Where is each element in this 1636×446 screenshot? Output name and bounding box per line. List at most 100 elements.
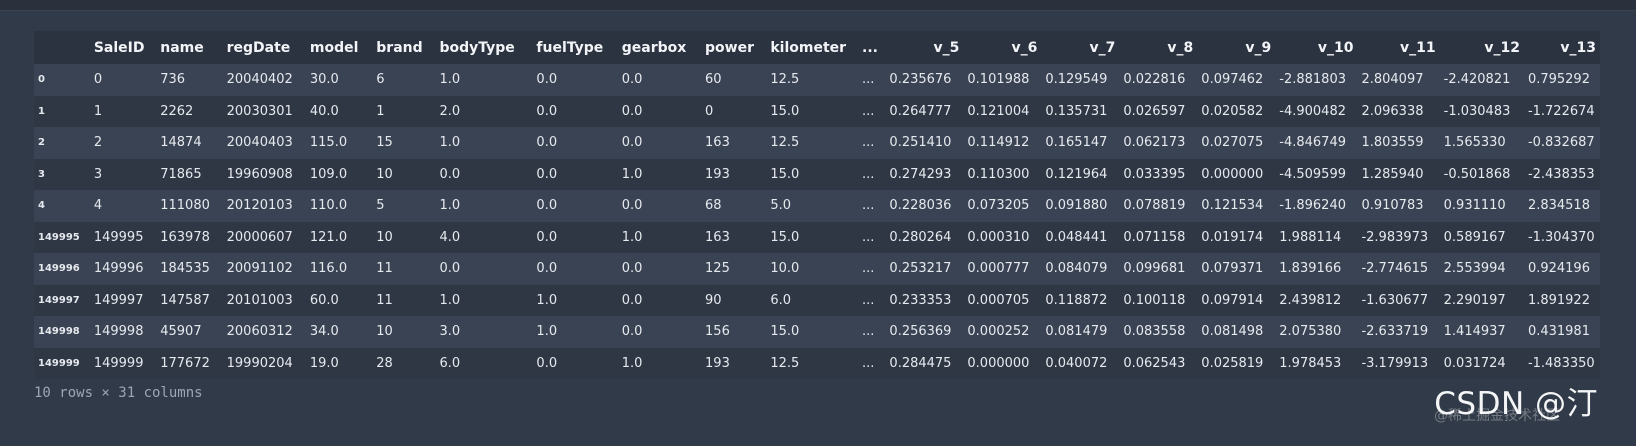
table-cell: 40.0 xyxy=(309,103,339,119)
table-cell: 10.0 xyxy=(770,261,800,277)
column-header: name xyxy=(160,39,204,56)
table-body: 0 0 736 20040402 30.0 6 1.0 0.0 0.0 60 12.5... 0.23… xyxy=(34,64,1600,379)
table-cell: 2.0 xyxy=(439,103,461,119)
table-cell: 1.0 xyxy=(439,292,461,308)
table-cell: 0.135731 xyxy=(1045,103,1108,119)
table-cell: 0.0 xyxy=(536,72,558,88)
table-cell: 0.078819 xyxy=(1123,198,1186,214)
table-cell: -1.896240 xyxy=(1279,198,1346,214)
top-band xyxy=(0,0,1636,11)
column-header-index xyxy=(34,31,90,64)
table-cell: 0.062173 xyxy=(1123,135,1186,151)
table-cell: 0.0 xyxy=(621,135,643,151)
table-cell: ... xyxy=(862,135,875,151)
table-cell: 0.091880 xyxy=(1045,198,1108,214)
row-index: 4 xyxy=(38,200,45,212)
table-cell: 19.0 xyxy=(309,355,339,371)
table-cell: 0.062543 xyxy=(1123,355,1186,371)
table-cell: 121.0 xyxy=(309,229,348,245)
table-cell: -2.881803 xyxy=(1279,72,1346,88)
table-cell: 0.079371 xyxy=(1201,261,1264,277)
table-cell: ... xyxy=(862,72,875,88)
column-header: v_10 xyxy=(1317,39,1354,56)
table-row: 2 2 14874 20040403 115.0 15 1.0 0.0 0.0 163 12.5..… xyxy=(34,127,1600,159)
table-cell: 0.0 xyxy=(536,355,558,371)
table-cell: -4.900482 xyxy=(1279,103,1346,119)
table-cell: 20030301 xyxy=(226,103,293,119)
table-cell: 0.0 xyxy=(536,229,558,245)
table-cell: 0.025819 xyxy=(1201,355,1264,371)
table-cell: 0.0 xyxy=(536,103,558,119)
dataframe-shape-summary: 10 rows × 31 columns xyxy=(34,385,203,401)
table-cell: 0.256369 xyxy=(889,324,952,340)
table-cell: -3.179913 xyxy=(1361,355,1429,371)
table-cell: 0.0 xyxy=(621,261,643,277)
table-cell: 0.165147 xyxy=(1045,135,1108,151)
table-cell: 6.0 xyxy=(770,292,792,308)
table-cell: 0.589167 xyxy=(1443,229,1506,245)
table-cell: 20040403 xyxy=(226,135,293,151)
table-cell: -1.030483 xyxy=(1443,103,1511,119)
table-cell: 0.274293 xyxy=(889,166,952,182)
table-cell: -1.630677 xyxy=(1361,292,1429,308)
table-cell: 1.0 xyxy=(439,198,461,214)
table-cell: 1.839166 xyxy=(1279,261,1342,277)
table-cell: 0.0 xyxy=(536,166,558,182)
table-cell: 15.0 xyxy=(770,229,800,245)
table-cell: 0.027075 xyxy=(1201,135,1264,151)
table-cell: 0.910783 xyxy=(1361,198,1424,214)
table-cell: 0.084079 xyxy=(1045,261,1108,277)
table-cell: 110.0 xyxy=(309,198,348,214)
table-cell: 149999 xyxy=(93,355,144,371)
table-cell: -4.846749 xyxy=(1279,135,1346,151)
table-cell: 45907 xyxy=(160,324,202,340)
table-header-row: SaleID name regDate model brand bodyType fuelT… xyxy=(34,31,1600,64)
table-cell: ... xyxy=(862,166,875,182)
table-cell: 1.0 xyxy=(621,355,643,371)
table-cell: 0.431981 xyxy=(1527,324,1590,340)
table-cell: 0.0 xyxy=(439,166,461,182)
table-cell: ... xyxy=(862,103,875,119)
table-cell: ... xyxy=(862,292,875,308)
table-cell: -2.438353 xyxy=(1527,166,1595,182)
table-cell: 0.000705 xyxy=(967,292,1030,308)
table-cell: 0.101988 xyxy=(967,72,1030,88)
table-cell: 0.233353 xyxy=(889,292,952,308)
table-cell: 0.000310 xyxy=(967,229,1030,245)
table-cell: 2.553994 xyxy=(1443,261,1506,277)
table-cell: 11 xyxy=(376,292,393,308)
table-cell: 0.022816 xyxy=(1123,72,1186,88)
column-header: v_9 xyxy=(1245,39,1272,56)
table-cell: 149996 xyxy=(93,261,144,277)
table-cell: 0.097462 xyxy=(1201,72,1264,88)
table-cell: 149995 xyxy=(93,229,144,245)
table-cell: 0.110300 xyxy=(967,166,1030,182)
column-header: kilometer xyxy=(770,39,847,56)
table-cell: 193 xyxy=(705,355,730,371)
table-cell: 20060312 xyxy=(226,324,293,340)
table-cell: 0.795292 xyxy=(1527,72,1590,88)
table-cell: 163978 xyxy=(160,229,210,245)
table-cell: -2.420821 xyxy=(1443,72,1511,88)
table-cell: 0 xyxy=(705,103,714,119)
table-cell: 0.099681 xyxy=(1123,261,1186,277)
table-cell: 20040402 xyxy=(226,72,293,88)
table-cell: 1.0 xyxy=(621,166,643,182)
table-cell: 0.118872 xyxy=(1045,292,1108,308)
table-cell: 2.804097 xyxy=(1361,72,1424,88)
table-cell: 0.121004 xyxy=(967,103,1030,119)
table-cell: 2262 xyxy=(160,103,194,119)
table-cell: 6.0 xyxy=(439,355,461,371)
table-cell: 12.5 xyxy=(770,135,800,151)
table-cell: 2.075380 xyxy=(1279,324,1342,340)
table-cell: 0.931110 xyxy=(1443,198,1506,214)
table-cell: 19990204 xyxy=(226,355,293,371)
table-cell: 30.0 xyxy=(309,72,339,88)
table-cell: 1.0 xyxy=(536,324,558,340)
table-cell: 20101003 xyxy=(226,292,293,308)
table-cell: -2.774615 xyxy=(1361,261,1429,277)
table-cell: 0.020582 xyxy=(1201,103,1264,119)
table-cell: 736 xyxy=(160,72,186,88)
table-cell: 20000607 xyxy=(226,229,293,245)
table-cell: 163 xyxy=(705,229,730,245)
